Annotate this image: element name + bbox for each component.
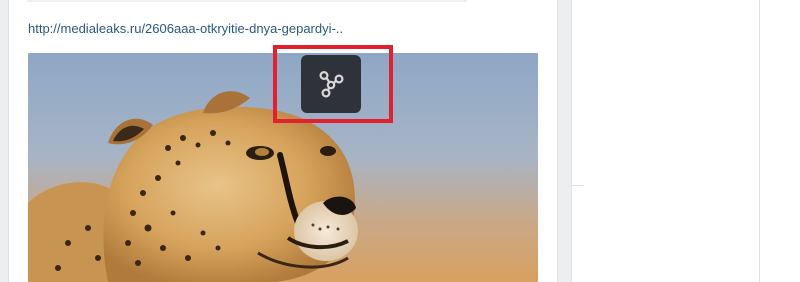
sidebar-divider xyxy=(572,185,584,186)
right-margin xyxy=(760,0,800,282)
share-button[interactable] xyxy=(301,55,361,113)
fidget-spinner-icon xyxy=(319,70,344,98)
right-sidebar xyxy=(571,0,760,282)
post-image[interactable] xyxy=(28,53,538,282)
post-card: http://medialeaks.ru/2606aaa-otkryitie-d… xyxy=(8,0,558,282)
post-link[interactable]: http://medialeaks.ru/2606aaa-otkryitie-d… xyxy=(28,21,343,36)
truncated-text-line xyxy=(27,0,467,2)
cheetah-photo xyxy=(28,53,538,282)
